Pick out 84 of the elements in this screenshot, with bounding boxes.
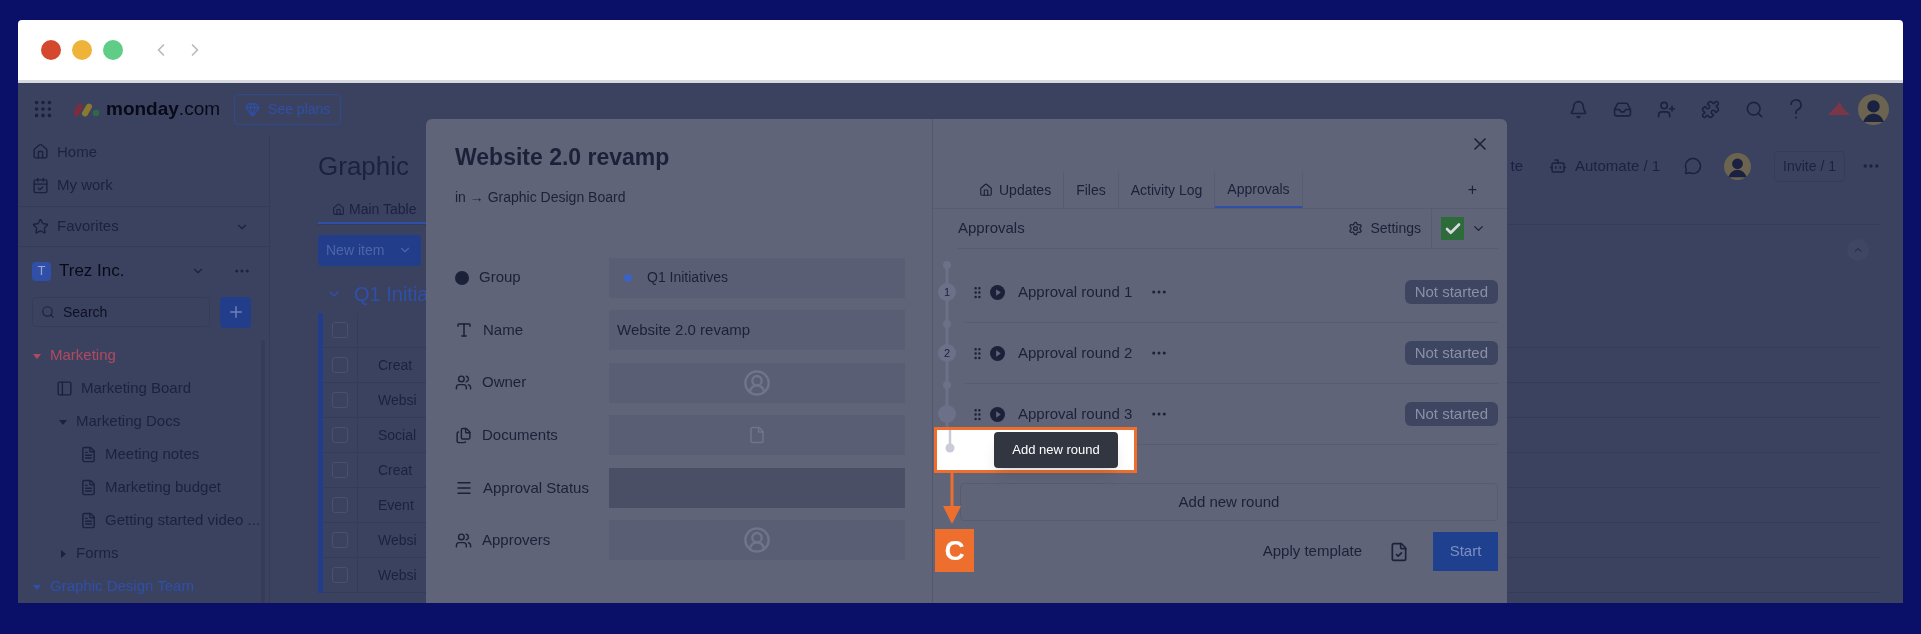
- add-tab-button[interactable]: +: [1467, 178, 1477, 202]
- round-name[interactable]: Approval round 3: [1018, 402, 1133, 426]
- group-value: Q1 Initiatives: [647, 268, 728, 287]
- status-badge: Not started: [1404, 341, 1498, 365]
- people-icon: [455, 531, 472, 549]
- file-placeholder-icon: [748, 426, 766, 445]
- round-name[interactable]: Approval round 1: [1018, 280, 1133, 304]
- timeline-end-drawing: [944, 430, 956, 454]
- step-number: 2: [938, 344, 956, 362]
- people-icon: [455, 374, 472, 392]
- field-label: Owner: [482, 372, 527, 393]
- field-label: Approvers: [482, 530, 551, 551]
- person-placeholder-icon: [743, 368, 771, 397]
- round-name[interactable]: Approval round 2: [1018, 341, 1133, 365]
- sidebar-item[interactable]: Marketing: [50, 344, 116, 367]
- bell-icon[interactable]: [1569, 99, 1588, 119]
- invite-person-icon[interactable]: [1657, 99, 1676, 119]
- step-badge: C: [935, 529, 974, 572]
- robot-icon: [1549, 157, 1567, 175]
- panel-tab[interactable]: Activity Log: [1118, 172, 1216, 208]
- group-field[interactable]: Q1 Initiatives: [609, 257, 905, 298]
- sidebar-item[interactable]: Graphic Design Team: [50, 575, 194, 598]
- name-field[interactable]: Website 2.0 revamp: [609, 310, 905, 351]
- inbox-icon[interactable]: [1613, 99, 1632, 119]
- panel-tab[interactable]: Approvals: [1215, 172, 1303, 208]
- file-field[interactable]: [609, 415, 905, 456]
- star-icon: [32, 218, 49, 236]
- status-badge: Not started: [1404, 402, 1498, 426]
- logo-text: monday.com: [106, 96, 221, 121]
- document-icon: [80, 512, 97, 529]
- person-field[interactable]: [609, 520, 905, 561]
- dot-icon: [455, 270, 469, 285]
- play-icon[interactable]: [990, 345, 1005, 361]
- logo-icon: [74, 101, 100, 117]
- field-label: Approval Status: [483, 477, 589, 498]
- chat-icon[interactable]: [1684, 157, 1703, 175]
- apps-grid-icon[interactable]: [32, 98, 54, 120]
- panel-tab[interactable]: Files: [1064, 172, 1119, 208]
- search-icon[interactable]: [1745, 99, 1764, 119]
- field-label: Name: [483, 319, 523, 340]
- avatar[interactable]: [1724, 152, 1752, 180]
- section-title: Approvals: [958, 218, 1025, 239]
- window-controls-icon[interactable]: [41, 40, 123, 60]
- search-field[interactable]: Search: [32, 297, 210, 328]
- apply-template-link[interactable]: Apply template: [1262, 540, 1362, 563]
- documents-icon: [455, 426, 472, 444]
- workspace-name[interactable]: Trez Inc.: [59, 258, 125, 284]
- file-icon[interactable]: [1389, 541, 1409, 562]
- add-round-button[interactable]: Add new round: [960, 483, 1498, 521]
- collapse-button[interactable]: [1847, 239, 1869, 261]
- search-icon: [41, 305, 55, 320]
- workspace-badge: T: [32, 261, 51, 281]
- play-icon[interactable]: [990, 406, 1005, 422]
- status-badge: Not started: [1404, 280, 1498, 304]
- add-button[interactable]: [220, 296, 251, 328]
- start-button[interactable]: Start: [1433, 532, 1498, 571]
- step-number: 1: [938, 283, 956, 301]
- help-icon[interactable]: [1789, 99, 1803, 119]
- home-icon: [979, 183, 993, 197]
- panel-tab[interactable]: Updates: [967, 172, 1065, 208]
- home-icon: [32, 143, 49, 161]
- see-plans-button[interactable]: See plans: [234, 93, 342, 125]
- breadcrumb[interactable]: in → Graphic Design Board: [455, 186, 932, 208]
- puzzle-icon[interactable]: [1701, 99, 1720, 119]
- person-field[interactable]: [609, 362, 905, 403]
- settings-icon: [1348, 221, 1364, 236]
- home-icon: [332, 203, 345, 216]
- field-label: Documents: [482, 425, 558, 446]
- avatar[interactable]: [1858, 93, 1889, 125]
- board-icon: [56, 380, 73, 397]
- play-icon[interactable]: [990, 284, 1005, 300]
- caret-icon[interactable]: [58, 548, 68, 559]
- document-icon: [80, 479, 97, 496]
- approval-toggle[interactable]: [1441, 217, 1464, 240]
- document-icon: [80, 446, 97, 463]
- gem-icon: [245, 101, 261, 117]
- item-title: Website 2.0 revamp: [455, 143, 671, 172]
- settings-button[interactable]: Settings: [1348, 209, 1432, 248]
- tooltip: Add new round: [994, 432, 1118, 468]
- calendar-check-icon: [32, 176, 49, 194]
- text-icon: [455, 321, 473, 340]
- person-placeholder-icon: [743, 526, 771, 555]
- field-label: Group: [479, 267, 521, 288]
- group-title[interactable]: Q1 Initia: [354, 279, 429, 309]
